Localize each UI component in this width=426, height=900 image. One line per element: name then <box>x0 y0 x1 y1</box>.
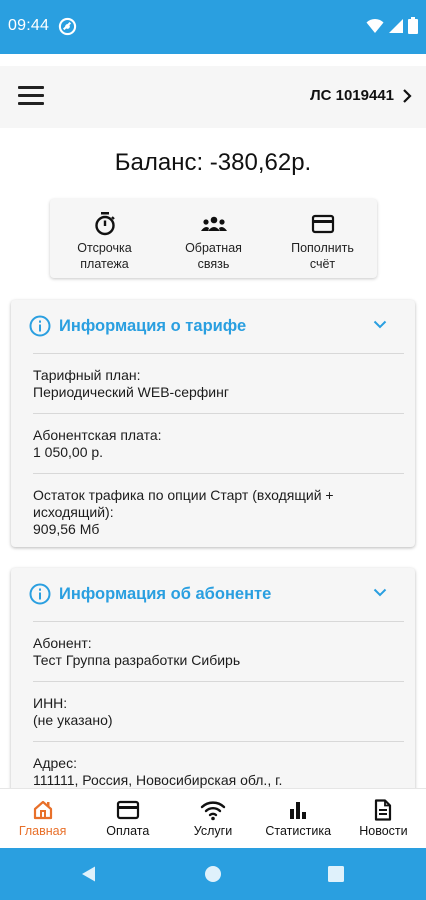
bar-chart-icon <box>290 802 307 819</box>
balance-text: Баланс: -380,62р. <box>114 149 312 176</box>
traffic-remaining-row: Остаток трафика по опции Старт (входящий… <box>33 473 404 547</box>
nav-news-label: Новости <box>359 824 408 838</box>
credit-card-icon <box>311 214 334 234</box>
status-indicators <box>366 17 418 34</box>
nav-home-label: Главная <box>18 824 67 838</box>
account-number: ЛС 1019441 <box>310 87 394 104</box>
inn-row: ИНН: (не указано) <box>33 681 404 741</box>
tariff-card-header[interactable]: Информация о тарифе <box>11 300 415 353</box>
vpn-icon <box>58 17 77 36</box>
traffic-remaining-value: 909,56 Мб <box>33 521 100 537</box>
subscriber-info-card: Информация об абоненте Абонент: Тест Гру… <box>11 568 415 798</box>
traffic-remaining-label: Остаток трафика по опции Старт (входящий… <box>33 487 334 520</box>
nav-news[interactable]: Новости <box>341 789 426 848</box>
home-button-icon[interactable] <box>204 865 222 883</box>
topup-label: Пополнить счёт <box>291 241 354 271</box>
quick-actions: Отсрочка платежа Обратная связь Пополнит… <box>50 199 377 278</box>
subscriber-card-title: Информация об абоненте <box>59 585 272 603</box>
tariff-info-card: Информация о тарифе Тарифный план: Перио… <box>11 300 415 547</box>
tariff-plan-row: Тарифный план: Периодический WEB-серфинг <box>33 353 404 413</box>
nav-services-label: Услуги <box>193 824 233 838</box>
deferral-label: Отсрочка платежа <box>77 241 132 271</box>
app-bar: ЛС 1019441 <box>0 66 426 128</box>
deferral-button[interactable]: Отсрочка платежа <box>50 199 159 278</box>
subscriber-name-row: Абонент: Тест Группа разработки Сибирь <box>33 621 404 681</box>
subscriber-name-label: Абонент: <box>33 635 92 651</box>
system-navigation-bar <box>0 848 426 900</box>
info-icon <box>29 583 51 605</box>
group-icon <box>200 216 227 231</box>
feedback-button[interactable]: Обратная связь <box>159 199 268 278</box>
stopwatch-icon <box>94 212 115 236</box>
home-icon <box>33 800 52 820</box>
subscriber-name-value: Тест Группа разработки Сибирь <box>33 652 241 668</box>
status-time: 09:44 <box>8 17 50 34</box>
tariff-plan-label: Тарифный план: <box>33 367 141 383</box>
battery-icon <box>408 17 418 34</box>
nav-payment-label: Оплата <box>106 824 150 838</box>
nav-services[interactable]: Услуги <box>170 789 255 848</box>
document-icon <box>375 799 392 821</box>
account-selector[interactable]: ЛС 1019441 <box>310 87 412 104</box>
subscriber-card-header[interactable]: Информация об абоненте <box>11 568 415 621</box>
tariff-plan-value: Периодический WEB-серфинг <box>33 384 229 400</box>
card-icon <box>116 800 139 820</box>
feedback-label: Обратная связь <box>185 241 242 271</box>
info-icon <box>29 315 51 337</box>
hamburger-menu-icon[interactable] <box>18 86 44 108</box>
nav-statistics[interactable]: Статистика <box>256 789 341 848</box>
chevron-down-icon <box>373 588 387 597</box>
bottom-navigation: Главная Оплата Услуги Статистика Новости <box>0 788 426 848</box>
subscription-fee-value: 1 050,00 р. <box>33 444 104 460</box>
status-bar: 09:44 <box>0 0 426 54</box>
inn-label: ИНН: <box>33 695 68 711</box>
nav-payment[interactable]: Оплата <box>85 789 170 848</box>
recents-icon[interactable] <box>327 865 345 883</box>
back-icon[interactable] <box>80 865 98 883</box>
wifi-icon <box>366 18 384 33</box>
topup-button[interactable]: Пополнить счёт <box>268 199 377 278</box>
nav-home[interactable]: Главная <box>0 789 85 848</box>
address-label: Адрес: <box>33 755 77 771</box>
wifi-icon <box>200 801 226 821</box>
chevron-right-icon <box>403 88 412 103</box>
subscription-fee-row: Абонентская плата: 1 050,00 р. <box>33 413 404 473</box>
subscription-fee-label: Абонентская плата: <box>33 427 162 443</box>
chevron-down-icon <box>373 320 387 329</box>
signal-icon <box>389 18 403 33</box>
inn-value: (не указано) <box>33 712 113 728</box>
tariff-card-title: Информация о тарифе <box>59 317 247 335</box>
nav-statistics-label: Статистика <box>265 824 332 838</box>
address-value: 111111, Россия, Новосибирская обл., г. <box>33 772 283 788</box>
